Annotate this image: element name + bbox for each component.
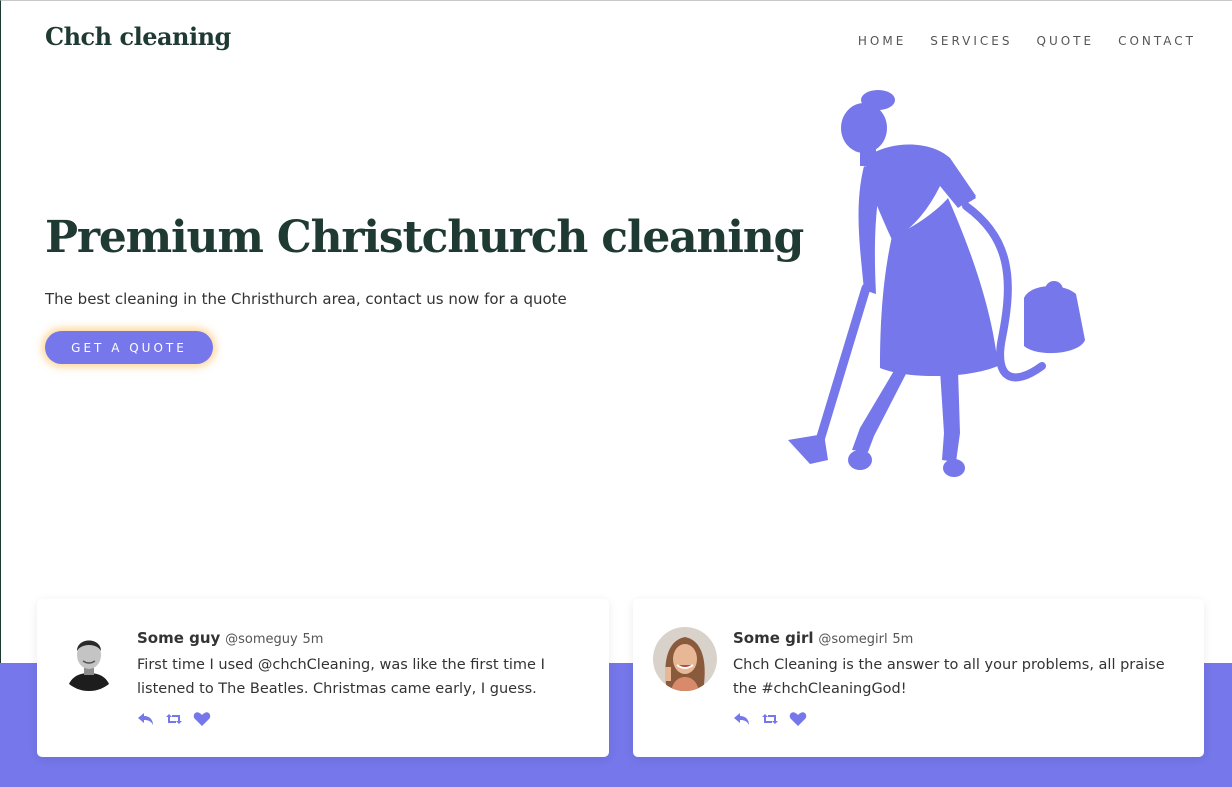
heart-icon[interactable] (193, 711, 211, 727)
retweet-icon[interactable] (165, 711, 183, 727)
reply-icon[interactable] (137, 711, 155, 727)
tweet-time: 5m (892, 632, 914, 647)
tweet-handle[interactable]: @someguy (225, 632, 298, 647)
tweet-card: Some guy @someguy 5m First time I used @… (37, 599, 609, 757)
tweet-text: Chch Cleaning is the answer to all your … (733, 657, 1165, 697)
get-quote-button[interactable]: GET A QUOTE (45, 331, 213, 364)
nav-contact[interactable]: CONTACT (1118, 34, 1196, 48)
tweet-author-name[interactable]: Some guy (137, 629, 220, 647)
tweet-header: Some guy @someguy 5m (137, 629, 323, 647)
tweet-handle[interactable]: @somegirl (818, 632, 887, 647)
tweet-time: 5m (302, 632, 324, 647)
tweet-card: Some girl @somegirl 5m Chch Cleaning is … (633, 599, 1204, 757)
main-nav: HOME SERVICES QUOTE CONTACT (858, 34, 1196, 48)
cleaning-woman-silhouette (788, 90, 1085, 477)
nav-quote[interactable]: QUOTE (1037, 34, 1095, 48)
tweet-text: First time I used @chchCleaning, was lik… (137, 657, 545, 697)
tweet-actions (137, 711, 211, 727)
tweet-author-name[interactable]: Some girl (733, 629, 814, 647)
heart-icon[interactable] (789, 711, 807, 727)
retweet-icon[interactable] (761, 711, 779, 727)
nav-services[interactable]: SERVICES (930, 34, 1012, 48)
tweet-actions (733, 711, 807, 727)
nav-home[interactable]: HOME (858, 34, 906, 48)
woman-avatar (653, 627, 717, 691)
man-avatar (57, 627, 121, 691)
reply-icon[interactable] (733, 711, 751, 727)
tweet-header: Some girl @somegirl 5m (733, 629, 913, 647)
hero-subtitle: The best cleaning in the Christhurch are… (45, 290, 567, 308)
brand-logo[interactable]: Chch cleaning (45, 22, 231, 51)
hero-title: Premium Christchurch cleaning (45, 212, 804, 263)
